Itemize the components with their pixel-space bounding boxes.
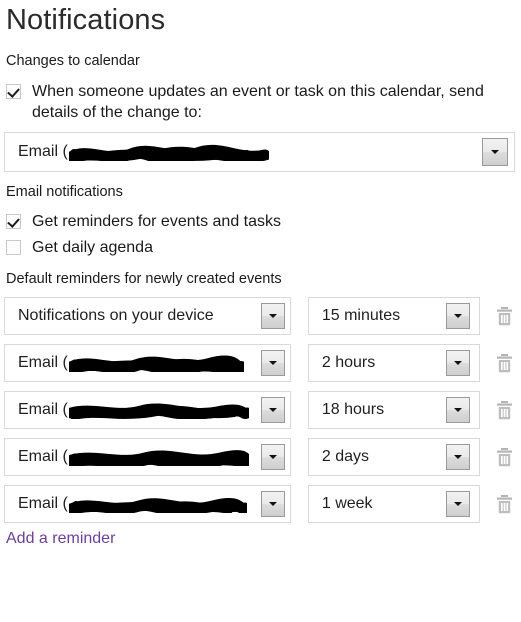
reminder-method-prefix: Email ( xyxy=(18,354,68,372)
reminder-time-select[interactable]: 15 minutes xyxy=(307,297,481,336)
reminder-row: Email ( 2 days xyxy=(4,438,517,477)
reminder-row: Notifications on your device 15 minutes xyxy=(4,297,517,336)
reminder-time-select[interactable]: 2 days xyxy=(307,438,481,477)
chevron-down-icon[interactable] xyxy=(260,397,285,424)
chevron-down-icon[interactable] xyxy=(446,350,471,377)
trash-icon xyxy=(496,448,512,467)
reminder-time-value: 2 days xyxy=(321,448,369,466)
reminder-method-prefix: Email ( xyxy=(18,448,68,466)
recipient-prefix: Email ( xyxy=(18,143,68,161)
changes-to-calendar-label: Changes to calendar xyxy=(6,53,140,69)
notifications-settings-panel: Notifications Changes to calendar When s… xyxy=(0,0,521,622)
get-daily-agenda-checkbox-row[interactable]: Get daily agenda xyxy=(4,237,517,258)
chevron-down-icon[interactable] xyxy=(260,444,285,471)
reminder-time-select[interactable]: 1 week xyxy=(307,485,481,524)
reminder-method-value: Email ( xyxy=(5,448,261,467)
chevron-down-icon[interactable] xyxy=(260,350,285,377)
reminder-method-select[interactable]: Email ( xyxy=(4,485,291,524)
delete-reminder-button[interactable] xyxy=(491,301,517,331)
update-notification-checkbox[interactable] xyxy=(6,84,21,100)
reminder-method-value: Email ( xyxy=(5,495,261,514)
delete-reminder-button[interactable] xyxy=(491,442,517,472)
reminder-time-value: 2 hours xyxy=(321,354,376,372)
reminder-method-value: Email ( xyxy=(5,354,261,373)
get-reminders-label: Get reminders for events and tasks xyxy=(32,212,281,230)
reminder-row: Email ( 1 week xyxy=(4,485,517,524)
redacted-email xyxy=(68,355,244,373)
update-notification-checkbox-row[interactable]: When someone updates an event or task on… xyxy=(4,81,517,123)
get-daily-agenda-label: Get daily agenda xyxy=(32,238,153,256)
delete-reminder-button[interactable] xyxy=(491,489,517,519)
redacted-email xyxy=(68,449,249,467)
update-notification-label: When someone updates an event or task on… xyxy=(32,83,484,122)
trash-icon xyxy=(496,495,512,514)
delete-reminder-button[interactable] xyxy=(491,395,517,425)
chevron-down-icon[interactable] xyxy=(446,444,471,471)
redacted-email xyxy=(68,496,247,514)
chevron-down-icon[interactable] xyxy=(446,491,471,518)
get-daily-agenda-checkbox[interactable] xyxy=(6,239,21,255)
reminder-method-select[interactable]: Email ( xyxy=(4,391,291,430)
trash-icon xyxy=(496,354,512,373)
trash-icon xyxy=(496,307,512,326)
reminder-row: Email ( 2 hours xyxy=(4,344,517,383)
reminder-method-prefix: Email ( xyxy=(18,495,68,513)
reminder-time-select[interactable]: 2 hours xyxy=(307,344,481,383)
reminder-method-select[interactable]: Email ( xyxy=(4,438,291,477)
reminder-time-value: 1 week xyxy=(321,495,373,513)
recipient-select[interactable]: Email ( xyxy=(4,132,515,173)
get-reminders-checkbox-row[interactable]: Get reminders for events and tasks xyxy=(4,211,517,232)
reminder-time-value: 15 minutes xyxy=(321,307,401,325)
reminder-row: Email ( 18 hours xyxy=(4,391,517,430)
get-reminders-checkbox[interactable] xyxy=(6,213,21,229)
reminder-method-select[interactable]: Email ( xyxy=(4,344,291,383)
chevron-down-icon[interactable] xyxy=(260,303,285,330)
chevron-down-icon[interactable] xyxy=(446,397,471,424)
reminder-method-select[interactable]: Notifications on your device xyxy=(4,297,291,336)
trash-icon xyxy=(496,401,512,420)
redacted-email xyxy=(68,402,249,420)
reminder-time-value: 18 hours xyxy=(321,401,385,419)
add-a-reminder-link[interactable]: Add a reminder xyxy=(4,530,115,548)
reminder-time-select[interactable]: 18 hours xyxy=(307,391,481,430)
reminder-method-value: Email ( xyxy=(5,401,261,420)
default-reminders-label: Default reminders for newly created even… xyxy=(6,270,282,287)
recipient-select-value: Email ( xyxy=(5,143,482,162)
reminder-method-prefix: Email ( xyxy=(18,401,68,419)
email-notifications-label: Email notifications xyxy=(6,184,123,201)
delete-reminder-button[interactable] xyxy=(491,348,517,378)
chevron-down-icon[interactable] xyxy=(482,138,508,167)
chevron-down-icon[interactable] xyxy=(446,303,471,330)
reminder-method-value: Notifications on your device xyxy=(18,307,214,325)
chevron-down-icon[interactable] xyxy=(260,491,285,518)
page-title: Notifications xyxy=(6,4,166,36)
redacted-email xyxy=(68,144,269,162)
